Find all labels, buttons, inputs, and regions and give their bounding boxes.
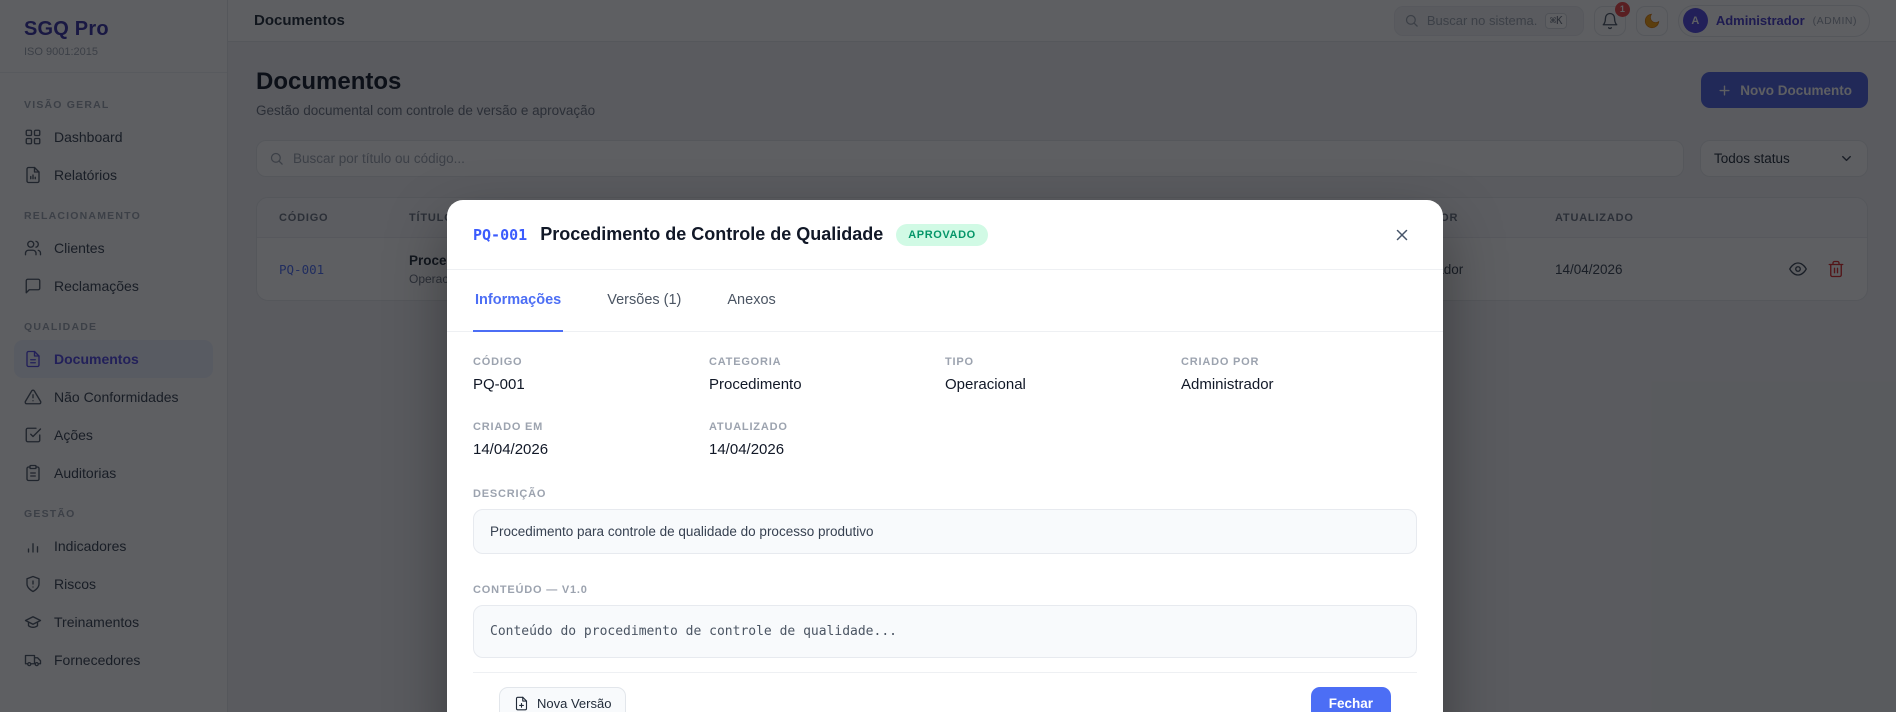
field-label: Criado em bbox=[473, 421, 544, 433]
field-label: Código bbox=[473, 356, 523, 368]
field-tipo: Tipo Operacional bbox=[945, 356, 1181, 393]
content-box: Conteúdo do procedimento de controle de … bbox=[473, 605, 1417, 658]
field-label: Atualizado bbox=[709, 421, 788, 433]
description-label: Descrição bbox=[473, 488, 547, 500]
modal-title: Procedimento de Controle de Qualidade bbox=[540, 224, 884, 244]
field-value: Administrador bbox=[1181, 376, 1274, 393]
description-box: Procedimento para controle de qualidade … bbox=[473, 509, 1417, 554]
field-codigo: Código PQ-001 bbox=[473, 356, 709, 393]
close-modal-button[interactable]: Fechar bbox=[1310, 687, 1391, 712]
field-value: Procedimento bbox=[709, 376, 802, 393]
new-version-button[interactable]: Nova Versão bbox=[499, 687, 627, 712]
modal-document-code: PQ-001 bbox=[473, 225, 528, 244]
field-criado-por: Criado por Administrador bbox=[1181, 356, 1417, 393]
field-value: Operacional bbox=[945, 376, 1026, 393]
close-button[interactable] bbox=[1387, 220, 1417, 250]
tab-anexos[interactable]: Anexos bbox=[725, 270, 777, 332]
field-value: 14/04/2026 bbox=[473, 441, 549, 458]
info-grid: Código PQ-001 Categoria Procedimento Tip… bbox=[473, 356, 1417, 458]
tab-versoes[interactable]: Versões (1) bbox=[605, 270, 683, 332]
field-value: PQ-001 bbox=[473, 376, 525, 393]
field-label: Categoria bbox=[709, 356, 782, 368]
field-criado-em: Criado em 14/04/2026 bbox=[473, 421, 709, 458]
modal-tabs: Informações Versões (1) Anexos bbox=[447, 270, 1443, 332]
modal-footer: Nova Versão Fechar bbox=[473, 672, 1417, 712]
description-section: Descrição Procedimento para controle de … bbox=[473, 488, 1417, 554]
modal-header: PQ-001 Procedimento de Controle de Quali… bbox=[447, 200, 1443, 270]
field-atualizado: Atualizado 14/04/2026 bbox=[709, 421, 945, 458]
app-screen: SGQ Pro ISO 9001:2015 Visão Geral Dashbo… bbox=[0, 0, 1896, 712]
new-version-label: Nova Versão bbox=[537, 696, 612, 711]
field-label: Tipo bbox=[945, 356, 974, 368]
close-icon bbox=[1396, 229, 1408, 240]
status-badge: APROVADO bbox=[896, 223, 988, 246]
content-section: Conteúdo — V1.0 Conteúdo do procedimento… bbox=[473, 584, 1417, 658]
field-categoria: Categoria Procedimento bbox=[709, 356, 945, 393]
content-label: Conteúdo — V1.0 bbox=[473, 584, 588, 596]
file-plus-icon bbox=[515, 696, 528, 711]
modal-body: Código PQ-001 Categoria Procedimento Tip… bbox=[447, 332, 1443, 712]
field-value: 14/04/2026 bbox=[709, 441, 785, 458]
document-modal: PQ-001 Procedimento de Controle de Quali… bbox=[447, 200, 1443, 712]
tab-informacoes[interactable]: Informações bbox=[473, 270, 564, 332]
field-label: Criado por bbox=[1181, 356, 1260, 368]
